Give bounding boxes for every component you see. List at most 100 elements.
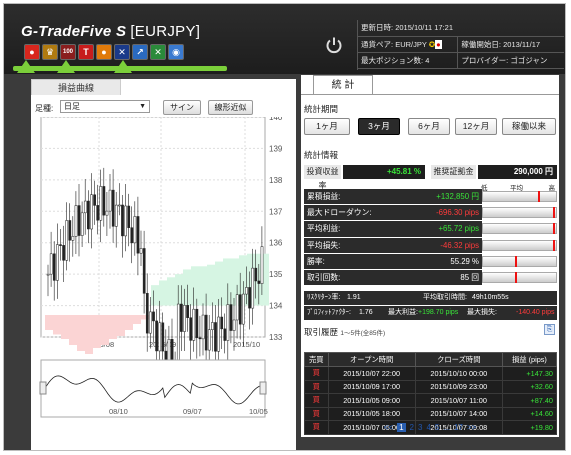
t100-icon[interactable]: T bbox=[78, 44, 94, 60]
price-chart[interactable]: 1401391381371361351341332015/082015/0920… bbox=[31, 117, 296, 451]
x-tick-label: 2015/10 bbox=[233, 340, 260, 349]
fire-icon[interactable]: ● bbox=[96, 44, 112, 60]
divider bbox=[301, 94, 559, 95]
candle bbox=[257, 280, 261, 284]
candle bbox=[167, 339, 171, 363]
candle bbox=[207, 329, 211, 351]
nav-tick-label: 10/05 bbox=[249, 407, 268, 416]
candle bbox=[68, 220, 72, 241]
period-button-1[interactable]: 3ヶ月 bbox=[358, 118, 400, 135]
stat-row: 取引回数: 85 回 bbox=[304, 269, 557, 287]
candle bbox=[251, 267, 255, 309]
stats-table: 累積損益: +132,850 円最大ドローダウン: -696.30 pips 平均利益… bbox=[304, 189, 557, 287]
trend-icon[interactable]: ↗ bbox=[132, 44, 148, 60]
period-button-2[interactable]: 6ヶ月 bbox=[408, 118, 450, 135]
candle bbox=[217, 316, 220, 352]
loss-area bbox=[69, 315, 77, 345]
header: G-TradeFive S [EURJPY] ● ♛ 100 T ● ✕ ↗ ✕ ◉ 更新日時: … bbox=[4, 4, 565, 74]
candle bbox=[229, 304, 233, 331]
pnl-cell: +147.30 bbox=[501, 366, 558, 381]
page-link[interactable]: 17 bbox=[454, 423, 463, 432]
candle bbox=[149, 311, 152, 334]
app-window: G-TradeFive S [EURJPY] ● ♛ 100 T ● ✕ ↗ ✕ ◉ 更新日時: … bbox=[3, 3, 566, 451]
ratio-row-2: ﾌﾟﾛﾌｨｯﾄﾌｧｸﾀｰ: 1.76 最大利益: +198.70 pips 最大損失… bbox=[304, 306, 557, 320]
candle bbox=[80, 212, 84, 236]
power-icon[interactable] bbox=[325, 36, 343, 54]
candle bbox=[232, 319, 236, 331]
page-link[interactable]: 1 bbox=[397, 423, 406, 432]
timeframe-select[interactable]: 日足 ▼ bbox=[60, 100, 150, 113]
info-panel: 更新日時: 2015/10/11 17:21 通貨ペア: EUR/JPY ✪● … bbox=[357, 20, 564, 70]
close-time-cell: 2015/10/09 23:00 bbox=[414, 379, 503, 394]
open-time-cell: 2015/10/05 09:00 bbox=[327, 393, 416, 408]
page-link[interactable]: ... bbox=[443, 423, 450, 432]
candle bbox=[223, 328, 227, 341]
candle bbox=[114, 204, 118, 227]
stat-value: +132,850 円 bbox=[436, 192, 479, 201]
stat-value: +65.72 pips bbox=[438, 224, 479, 234]
candle bbox=[176, 303, 180, 369]
export-icon[interactable]: ⎘ bbox=[544, 324, 555, 335]
table-row[interactable]: 買 2015/10/05 09:00 2015/10/07 11:00 +87.40 bbox=[304, 393, 558, 408]
page-link[interactable]: 2 bbox=[410, 423, 414, 432]
tab-equity-curve[interactable]: 損益曲線 bbox=[31, 79, 121, 95]
stat-gauge bbox=[482, 239, 557, 251]
loss-area bbox=[45, 315, 53, 330]
app-title: G-TradeFive S [EURJPY] bbox=[21, 23, 201, 40]
candle bbox=[127, 205, 131, 228]
candle bbox=[46, 273, 50, 276]
top100-icon[interactable]: 100 bbox=[60, 44, 76, 60]
candle bbox=[90, 194, 93, 230]
red-circle-icon[interactable]: ● bbox=[24, 44, 40, 60]
candle bbox=[111, 189, 115, 227]
period-button-3[interactable]: 12ヶ月 bbox=[455, 118, 497, 135]
crown-icon[interactable]: ♛ bbox=[42, 44, 58, 60]
chevron-down-icon: ▼ bbox=[139, 103, 146, 110]
gauge-marker bbox=[553, 207, 556, 219]
open-time-cell: 2015/10/07 22:00 bbox=[327, 366, 416, 381]
candle bbox=[192, 308, 196, 341]
y-tick-label: 133 bbox=[269, 333, 283, 342]
loss-area bbox=[133, 315, 141, 324]
period-button-0[interactable]: 1ヶ月 bbox=[304, 118, 350, 135]
ratio-row-1: ﾘｽｸﾘﾀｰﾝ率: 1.91 平均取引時間: 49h10m55s bbox=[304, 291, 557, 305]
pair-info: 通貨ペア: EUR/JPY ✪● bbox=[358, 36, 459, 53]
table-row[interactable]: 買 2015/10/05 18:00 2015/10/07 14:00 +14.60 bbox=[304, 406, 558, 421]
profit-area bbox=[151, 285, 159, 306]
loss-area bbox=[53, 315, 61, 335]
stats-label: 統計情報 bbox=[304, 150, 339, 160]
table-row[interactable]: 買 2015/10/07 22:00 2015/10/10 00:00 +147.30 bbox=[304, 366, 558, 381]
flag-icon[interactable]: ✕ bbox=[114, 44, 130, 60]
tab-statistics[interactable]: 統 計 bbox=[313, 75, 373, 94]
pointer-arrow bbox=[114, 60, 132, 73]
candle bbox=[65, 220, 69, 261]
globe-icon[interactable]: ◉ bbox=[168, 44, 184, 60]
navigator-handle[interactable] bbox=[259, 381, 267, 395]
gauge-marker bbox=[553, 223, 556, 235]
start-date: 稼働開始日: 2013/11/17 bbox=[457, 36, 564, 53]
sine-button[interactable]: サイン bbox=[163, 100, 201, 115]
loss-area bbox=[117, 315, 125, 336]
candle bbox=[161, 322, 165, 352]
chart-controls: 足種: 日足 ▼ サイン 線形近似 bbox=[31, 97, 296, 117]
candle bbox=[59, 244, 62, 246]
arrows-icon[interactable]: ✕ bbox=[150, 44, 166, 60]
linear-fit-button[interactable]: 線形近似 bbox=[208, 100, 253, 115]
page-link[interactable]: >> bbox=[467, 423, 476, 432]
page-link[interactable]: 3 bbox=[418, 423, 422, 432]
candle bbox=[158, 322, 162, 352]
loss-area bbox=[109, 315, 117, 339]
page-link[interactable]: 5 bbox=[435, 423, 439, 432]
candle bbox=[130, 227, 134, 244]
roi-value: +45.81 % bbox=[343, 165, 425, 179]
navigator[interactable] bbox=[40, 359, 266, 418]
page-link[interactable]: 4 bbox=[426, 423, 430, 432]
y-tick-label: 137 bbox=[269, 207, 283, 216]
table-row[interactable]: 買 2015/10/09 17:00 2015/10/09 23:00 +32.60 bbox=[304, 379, 558, 394]
candle bbox=[201, 314, 205, 340]
gauge-marker bbox=[514, 255, 517, 267]
page-link[interactable]: << bbox=[384, 423, 393, 432]
candle bbox=[186, 305, 189, 318]
navigator-handle[interactable] bbox=[39, 381, 47, 395]
period-button-4[interactable]: 稼働以来 bbox=[502, 118, 556, 135]
